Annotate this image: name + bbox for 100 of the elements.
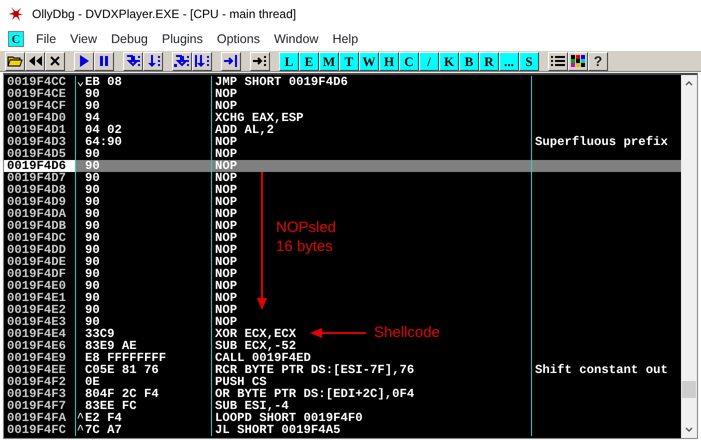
hex-bytes-text: 04 02 xyxy=(85,123,122,137)
hex-bytes-text: 90 xyxy=(85,99,100,113)
appearance-button[interactable] xyxy=(568,52,588,70)
address-text[interactable]: 0019F4E4 xyxy=(4,328,76,340)
arrow-dots-icon xyxy=(174,54,190,68)
address-text[interactable]: 0019F4DB xyxy=(4,220,76,232)
instruction-text: NOP xyxy=(215,279,238,293)
address-text[interactable]: 0019F4E9 xyxy=(4,352,76,364)
panel-shortcut[interactable]: H xyxy=(379,52,399,70)
panel-shortcut[interactable]: E xyxy=(299,52,319,70)
menu-item[interactable]: Window xyxy=(266,30,326,48)
open-button[interactable] xyxy=(5,52,25,70)
panel-shortcut[interactable]: C xyxy=(399,52,419,70)
panel-shortcut[interactable]: ... xyxy=(499,52,519,70)
instruction-text: RCR BYTE PTR DS:[ESI-7F],76 xyxy=(215,363,414,377)
instruction-text: NOP xyxy=(215,195,238,209)
menu-item[interactable]: Help xyxy=(325,30,366,48)
arrow-bar-icon xyxy=(223,54,239,68)
instruction-text: NOP xyxy=(215,147,238,161)
menu-item[interactable]: View xyxy=(63,30,104,48)
address-text[interactable]: 0019F4D1 xyxy=(4,124,76,136)
address-text[interactable]: 0019F4E6 xyxy=(4,340,76,352)
jump-marker: ^ xyxy=(76,412,85,424)
panel-shortcut[interactable]: S xyxy=(519,52,539,70)
address-text[interactable]: 0019F4CE xyxy=(4,88,76,100)
instruction-text: NOP xyxy=(215,303,238,317)
address-text[interactable]: 0019F4DA xyxy=(4,208,76,220)
comment-text: Shift constant out xyxy=(535,363,668,377)
hex-bytes-text: 90 xyxy=(85,159,100,173)
hex-bytes-text: E2 F4 xyxy=(85,411,122,425)
hex-bytes-text: 0E xyxy=(85,375,100,389)
address-text[interactable]: 0019F4D6 xyxy=(4,160,76,172)
address-text[interactable]: 0019F4D9 xyxy=(4,196,76,208)
run-button[interactable] xyxy=(74,52,94,70)
menu-item[interactable]: Debug xyxy=(104,30,155,48)
hex-bytes-text: 90 xyxy=(85,207,100,221)
step-into-button[interactable] xyxy=(123,52,143,70)
address-text[interactable]: 0019F4F3 xyxy=(4,388,76,400)
panel-shortcut[interactable]: L xyxy=(279,52,299,70)
address-text[interactable]: 0019F4DC xyxy=(4,232,76,244)
address-text[interactable]: 0019F4D3 xyxy=(4,136,76,148)
menu-item[interactable]: File xyxy=(29,30,64,48)
instruction-text: NOP xyxy=(215,183,238,197)
address-text[interactable]: 0019F4EE xyxy=(4,364,76,376)
address-text[interactable]: 0019F4E0 xyxy=(4,280,76,292)
scrollbar[interactable] xyxy=(681,75,697,438)
hex-bytes-text: 7C A7 xyxy=(85,423,122,437)
step-over-button[interactable] xyxy=(143,52,163,70)
address-text[interactable]: 0019F4E3 xyxy=(4,316,76,328)
instruction-text: NOP xyxy=(215,99,238,113)
address-text[interactable]: 0019F4E1 xyxy=(4,292,76,304)
instruction-text: NOP xyxy=(215,255,238,269)
panel-shortcut[interactable]: R xyxy=(479,52,499,70)
instruction-text: NOP xyxy=(215,243,238,257)
trace-into-button[interactable] xyxy=(172,52,192,70)
child-window-icon[interactable]: C xyxy=(8,31,24,47)
hex-bytes-text: 90 xyxy=(85,219,100,233)
address-text[interactable]: 0019F4D0 xyxy=(4,112,76,124)
hex-bytes-text: 90 xyxy=(85,291,100,305)
panel-shortcut[interactable]: M xyxy=(319,52,339,70)
instruction-text: NOP xyxy=(215,207,238,221)
panel-shortcut[interactable]: K xyxy=(439,52,459,70)
address-text[interactable]: 0019F4D8 xyxy=(4,184,76,196)
trace-over-button[interactable] xyxy=(192,52,212,70)
instruction-text: NOP xyxy=(215,219,238,233)
panel-shortcut[interactable]: W xyxy=(359,52,379,70)
pause-button[interactable] xyxy=(94,52,114,70)
close-button[interactable] xyxy=(45,52,65,70)
instruction-text: NOP xyxy=(215,267,238,281)
address-text[interactable]: 0019F4DF xyxy=(4,268,76,280)
address-text[interactable]: 0019F4CF xyxy=(4,100,76,112)
address-text[interactable]: 0019F4FC xyxy=(4,424,76,436)
hex-bytes-text: 90 xyxy=(85,303,100,317)
panel-shortcut[interactable]: T xyxy=(339,52,359,70)
list-button[interactable] xyxy=(548,52,568,70)
address-text[interactable]: 0019F4F2 xyxy=(4,376,76,388)
address-text[interactable]: 0019F4F7 xyxy=(4,400,76,412)
instruction-text: NOP xyxy=(215,87,238,101)
hex-bytes-text: C05E 81 76 xyxy=(85,363,159,377)
left-arrow xyxy=(310,328,366,338)
hex-bytes-text: 90 xyxy=(85,243,100,257)
address-text[interactable]: 0019F4CC xyxy=(4,76,76,88)
hex-bytes-text: 90 xyxy=(85,279,100,293)
scroll-thumb[interactable] xyxy=(682,381,696,398)
address-text[interactable]: 0019F4FA xyxy=(4,412,76,424)
instruction-text: LOOPD SHORT 0019F4F0 xyxy=(215,411,363,425)
hex-bytes-text: 90 xyxy=(85,171,100,185)
restart-button[interactable] xyxy=(25,52,45,70)
address-text[interactable]: 0019F4E2 xyxy=(4,304,76,316)
address-text[interactable]: 0019F4D7 xyxy=(4,172,76,184)
menu-item[interactable]: Plugins xyxy=(154,30,210,48)
hex-bytes-text: 64:90 xyxy=(85,135,122,149)
address-text[interactable]: 0019F4DD xyxy=(4,244,76,256)
execute-till-return-button[interactable] xyxy=(221,52,241,70)
menu-item[interactable]: Options xyxy=(210,30,267,48)
help-button[interactable]: ? xyxy=(588,52,608,70)
panel-shortcut[interactable]: B xyxy=(459,52,479,70)
go-to-button[interactable] xyxy=(250,52,270,70)
panel-shortcut[interactable]: / xyxy=(419,52,439,70)
address-text[interactable]: 0019F4DE xyxy=(4,256,76,268)
